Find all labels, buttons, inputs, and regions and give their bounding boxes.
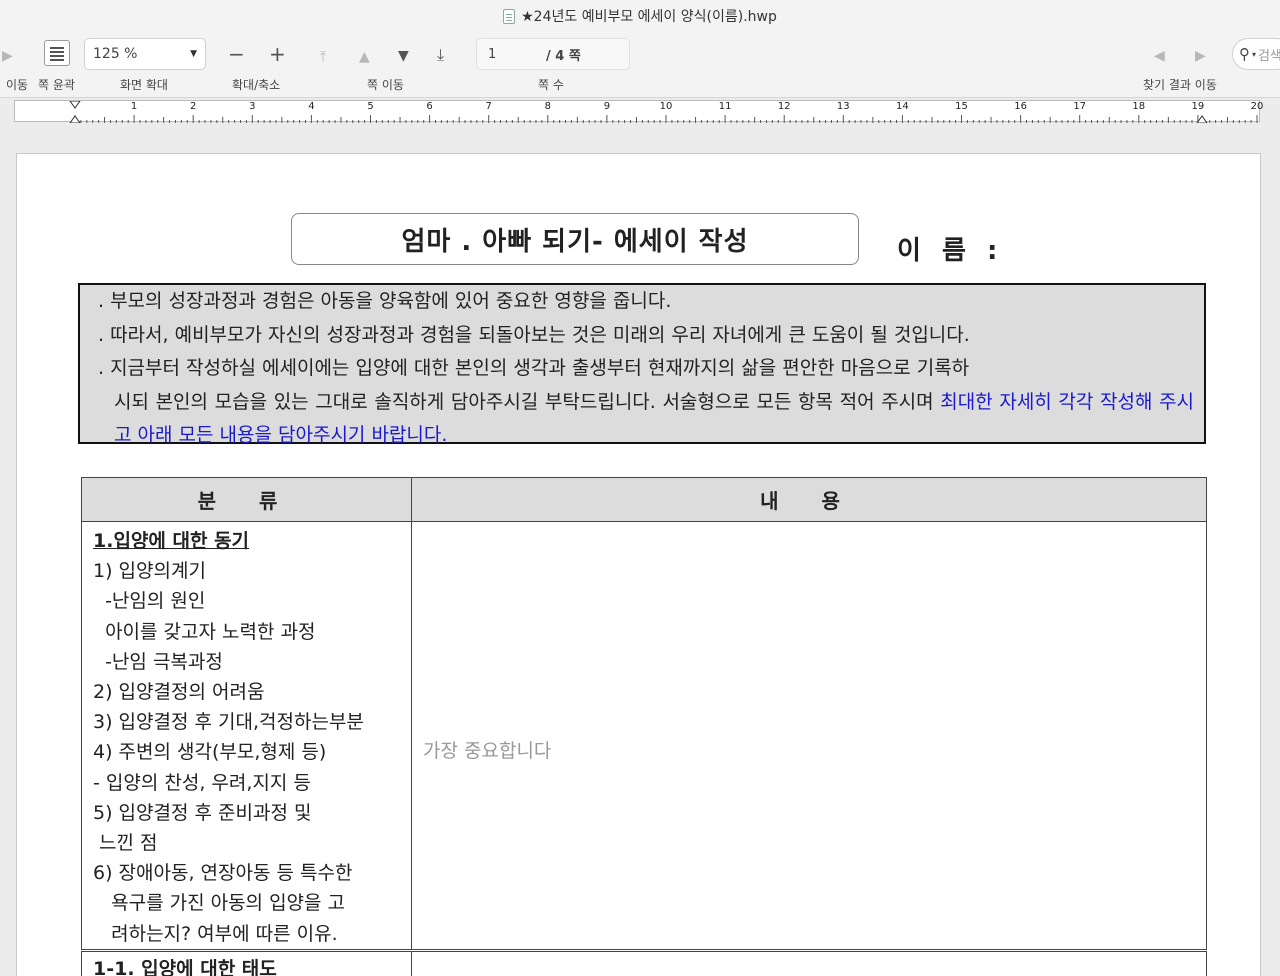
search-placeholder: 검색 xyxy=(1258,48,1280,64)
ruler-number: 10 xyxy=(659,101,673,112)
search-icon: ⚲ xyxy=(1239,45,1250,63)
ruler-number: 8 xyxy=(544,101,551,112)
page-outline-button[interactable] xyxy=(44,40,70,66)
find-result-label: 찾기 결과 이동 xyxy=(1143,78,1217,92)
notice-box: . 부모의 성장과정과 경험은 아동을 양육함에 있어 중요한 영향을 줍니다.… xyxy=(78,283,1206,446)
horizontal-ruler[interactable]: 1 2 3 4 5 6 7 8 9 10 11 12 13 14 15 16 17 18 19 20 xyxy=(14,100,1263,123)
ruler-number: 2 xyxy=(190,101,197,112)
ruler-number: 15 xyxy=(955,101,968,112)
category-cell[interactable]: 1.입양에 대한 동기 1) 입양의계기 -난임의 원인 아이를 갖고자 노력한… xyxy=(81,521,412,951)
right-indent-marker xyxy=(1196,115,1208,123)
zoom-out-button[interactable]: − xyxy=(228,44,245,64)
category-item: 4) 주변의 생각(부모,형제 등) xyxy=(93,741,327,764)
chevron-down-icon: ▼ xyxy=(190,49,197,59)
notice-line: . 부모의 성장과정과 경험은 아동을 양육함에 있어 중요한 영향을 줍니다. xyxy=(98,290,672,312)
category-item: -난임 극복과정 xyxy=(93,650,223,673)
ruler-number: 3 xyxy=(249,101,256,112)
ruler-number: 11 xyxy=(718,101,732,112)
search-input[interactable]: ⚲ ▾ 검색 xyxy=(1232,38,1280,70)
ruler-number: 12 xyxy=(777,101,791,112)
next-page-icon[interactable]: ▼ xyxy=(398,46,409,66)
category-item: 2) 입양결정의 어려움 xyxy=(93,681,265,704)
name-label: 이 름 : xyxy=(897,236,1004,266)
notice-line: . 따라서, 예비부모가 자신의 성장과정과 경험을 되돌아보는 것은 미래의 … xyxy=(98,323,970,346)
notice-line: 시되 본인의 모습을 있는 그대로 솔직하게 담아주시길 부탁드립니다. 서술형… xyxy=(98,386,1194,453)
toolbar: ▶ 이동 쪽 윤곽 125 % ▼ 화면 확대 − + 확대/축소 ⤒ ▲ ▼ … xyxy=(0,32,1280,98)
zoom-label: 화면 확대 xyxy=(120,78,168,92)
content-cell[interactable]: 가장 중요합니다 xyxy=(411,521,1207,951)
first-line-indent-marker xyxy=(69,101,81,109)
ruler-number: 16 xyxy=(1014,101,1027,112)
section-title: 1.입양에 대한 동기 xyxy=(93,530,250,552)
window-title: ★24년도 예비부모 에세이 양식(이름).hwp xyxy=(521,9,777,25)
left-indent-marker xyxy=(69,115,81,123)
zoom-value: 125 % xyxy=(93,46,138,62)
ruler-number: 19 xyxy=(1191,101,1205,112)
notice-line: . 지금부터 작성하실 에세이에는 입양에 대한 본인의 생각과 출생부터 현재… xyxy=(98,357,970,379)
category-item: 5) 입양결정 후 준비과정 및 xyxy=(93,801,312,824)
previous-result-icon[interactable]: ◀ xyxy=(1154,46,1165,66)
category-item: 느낀 점 xyxy=(93,832,158,855)
ruler-number: 5 xyxy=(367,101,374,112)
hwp-document-icon xyxy=(503,8,516,24)
zoom-inout-label: 확대/축소 xyxy=(232,78,281,92)
first-page-icon[interactable]: ⤒ xyxy=(320,47,326,67)
ruler-number: 17 xyxy=(1073,101,1087,112)
search-dropdown-icon: ▾ xyxy=(1252,49,1257,59)
category-item: 욕구를 가진 아동의 입양을 고 xyxy=(93,892,346,915)
ruler-number: 7 xyxy=(485,101,492,112)
last-page-icon[interactable]: ⤓ xyxy=(437,45,444,65)
content-cell[interactable] xyxy=(411,948,1207,976)
current-page-input[interactable]: 1 xyxy=(488,47,546,62)
zoom-select[interactable]: 125 % ▼ xyxy=(84,38,206,70)
category-item: -난임의 원인 xyxy=(93,590,206,613)
content-header: 내 용 xyxy=(411,477,1207,522)
ruler-number: 1 xyxy=(130,101,138,112)
page-number-field[interactable]: 1 / 4 쪽 xyxy=(476,38,630,70)
category-items: 1) 입양의계기 -난임의 원인 아이를 갖고자 노력한 과정 -난임 극복과정… xyxy=(93,556,403,949)
category-item: 6) 장애아동, 연장아동 등 특수한 xyxy=(93,862,353,885)
document-title-box: 엄마 . 아빠 되기- 에세이 작성 xyxy=(291,213,859,265)
category-item: 1) 입양의계기 xyxy=(93,560,206,583)
ruler-number: 9 xyxy=(603,101,611,112)
content-placeholder: 가장 중요합니다 xyxy=(423,740,552,762)
ruler-number: 20 xyxy=(1250,101,1264,112)
document-page[interactable]: 엄마 . 아빠 되기- 에세이 작성 이 름 : . 부모의 성장과정과 경험은… xyxy=(16,153,1261,976)
document-title: 엄마 . 아빠 되기- 에세이 작성 xyxy=(401,226,749,257)
category-cell[interactable]: 1-1. 입양에 대한 태도 xyxy=(81,948,412,976)
zoom-in-button[interactable]: + xyxy=(269,44,286,64)
category-item: - 입양의 찬성, 우려,지지 등 xyxy=(93,771,311,794)
category-item: 려하는지? 여부에 따른 이유. xyxy=(93,922,338,945)
category-item: 3) 입양결정 후 기대,걱정하는부분 xyxy=(93,711,364,734)
page-move-label: 쪽 이동 xyxy=(367,78,404,92)
page-outline-label: 쪽 윤곽 xyxy=(38,78,75,92)
page-count-label: 쪽 수 xyxy=(538,78,564,92)
ruler-number: 6 xyxy=(426,101,433,112)
window-title-bar: ★24년도 예비부모 에세이 양식(이름).hwp xyxy=(0,0,1280,32)
ruler-number: 13 xyxy=(836,101,850,112)
category-item: 아이를 갖고자 노력한 과정 xyxy=(93,620,316,643)
essay-form-table: 분 류 내 용 1.입양에 대한 동기 1) 입양의계기 -난임의 원인 아이를… xyxy=(81,477,1207,976)
section-title: 1-1. 입양에 대한 태도 xyxy=(93,957,277,976)
play-icon[interactable]: ▶ xyxy=(2,46,13,66)
total-pages: / 4 쪽 xyxy=(546,48,581,64)
previous-page-icon[interactable]: ▲ xyxy=(359,47,370,67)
ruler-number: 18 xyxy=(1132,101,1146,112)
ruler-number: 4 xyxy=(308,101,315,112)
ruler-number: 14 xyxy=(896,101,909,112)
next-result-icon[interactable]: ▶ xyxy=(1195,46,1206,66)
move-label: 이동 xyxy=(6,78,29,92)
category-header: 분 류 xyxy=(81,477,412,522)
notice-text: 시되 본인의 모습을 있는 그대로 솔직하게 담아주시길 부탁드립니다. 서술형… xyxy=(114,390,941,413)
